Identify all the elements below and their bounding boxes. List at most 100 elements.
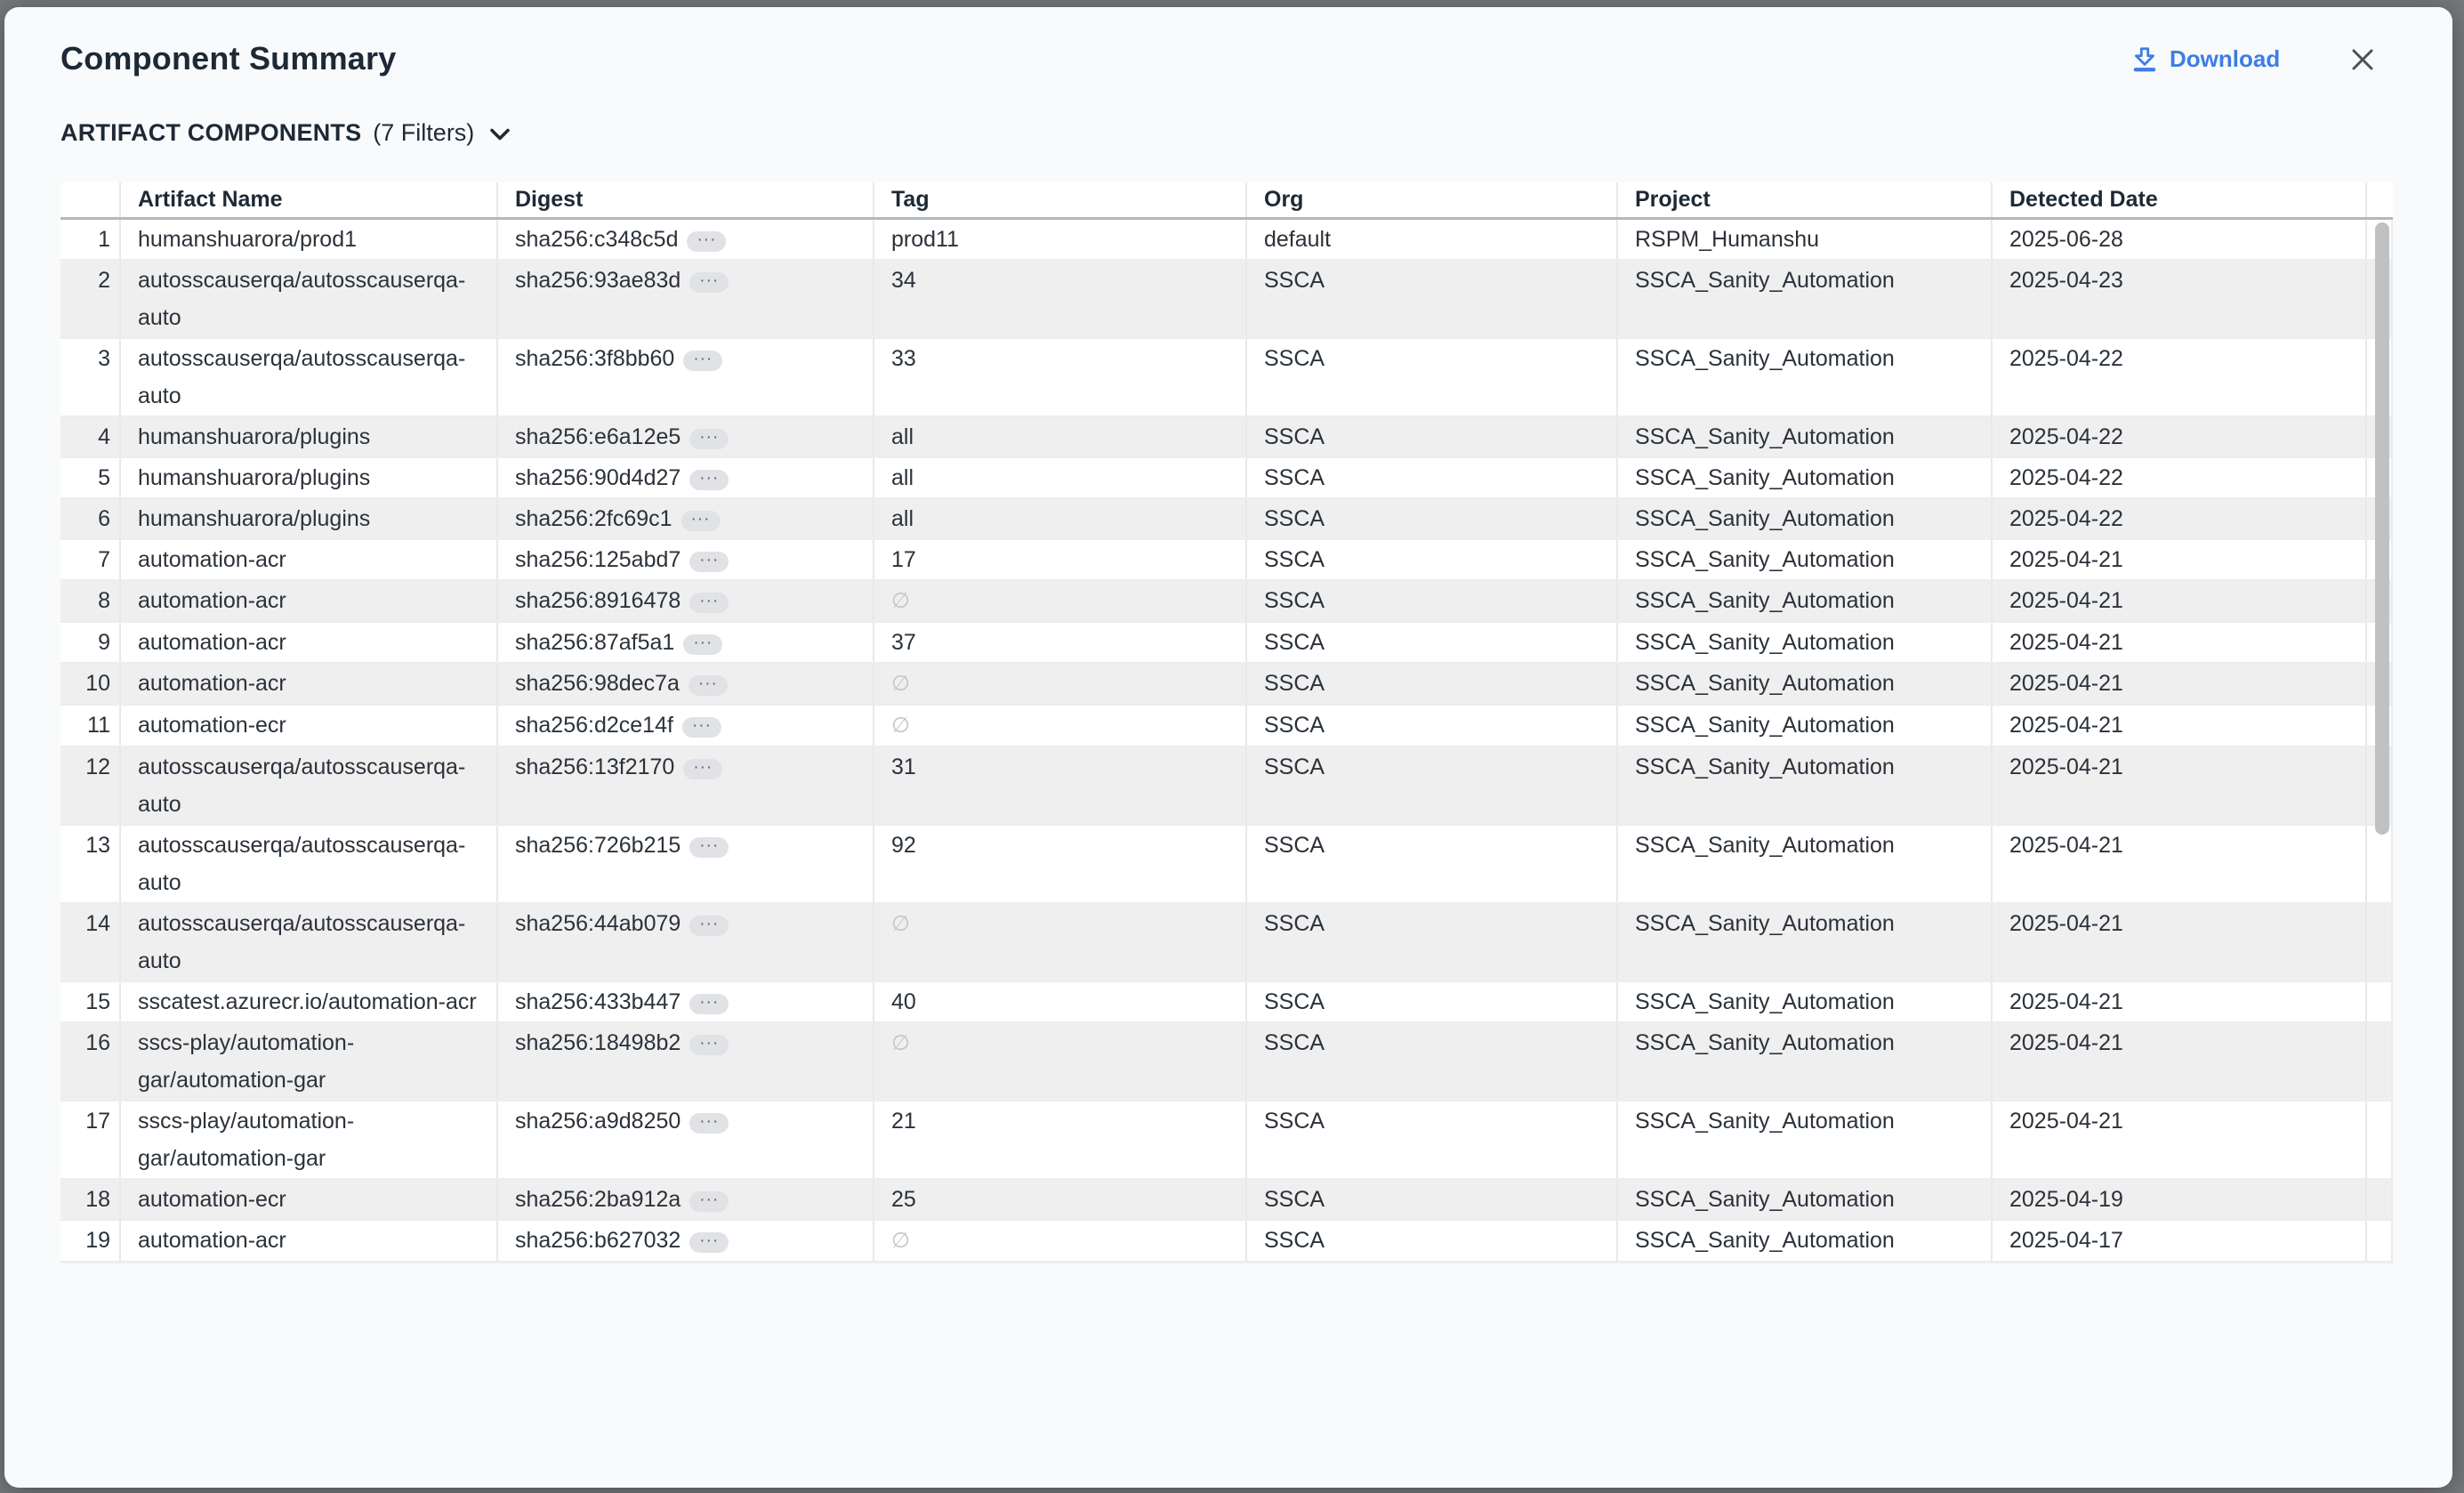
cell-tag: 92 (874, 826, 1247, 902)
cell-num: 16 (60, 1023, 121, 1100)
cell-date: 2025-04-22 (1993, 458, 2367, 497)
digest-ellipsis-badge[interactable]: ··· (682, 717, 721, 738)
cell-num: 18 (60, 1180, 121, 1219)
vertical-scrollbar-thumb[interactable] (2375, 222, 2389, 835)
cell-project: SSCA_Sanity_Automation (1618, 664, 1993, 704)
cell-org: SSCA (1247, 747, 1618, 824)
empty-tag-glyph: ∅ (891, 589, 910, 613)
digest-ellipsis-badge[interactable]: ··· (683, 759, 722, 779)
empty-tag-glyph: ∅ (891, 714, 910, 738)
digest-ellipsis-badge[interactable]: ··· (689, 552, 729, 572)
digest-ellipsis-badge[interactable]: ··· (689, 837, 729, 858)
cell-num: 15 (60, 982, 121, 1021)
digest-ellipsis-badge[interactable]: ··· (687, 231, 726, 252)
digest-ellipsis-badge[interactable]: ··· (681, 511, 721, 531)
digest-value: sha256:44ab079 (515, 911, 680, 936)
component-summary-modal: Component Summary Download ARTIFACT COMP… (4, 7, 2452, 1488)
cell-artifact: autosscauserqa/autosscauserqa-auto (121, 904, 498, 981)
cell-num: 9 (60, 623, 121, 662)
cell-date: 2025-04-21 (1993, 706, 2367, 746)
table-row: 11automation-ecrsha256:d2ce14f···∅SSCASS… (60, 706, 2393, 747)
cell-project: SSCA_Sanity_Automation (1618, 1102, 1993, 1178)
digest-value: sha256:87af5a1 (515, 630, 674, 655)
section-title: ARTIFACT COMPONENTS (60, 119, 361, 147)
digest-ellipsis-badge[interactable]: ··· (689, 994, 729, 1014)
cell-artifact: automation-acr (121, 540, 498, 579)
cell-digest: sha256:125abd7··· (498, 540, 874, 579)
cell-org: SSCA (1247, 623, 1618, 662)
digest-ellipsis-badge[interactable]: ··· (689, 916, 729, 936)
cell-tag: ∅ (874, 581, 1247, 621)
artifact-components-table: Artifact NameDigestTagOrgProjectDetected… (60, 182, 2393, 1263)
cell-project: SSCA_Sanity_Automation (1618, 982, 1993, 1021)
cell-org: SSCA (1247, 1221, 1618, 1261)
cell-num: 8 (60, 581, 121, 621)
digest-ellipsis-badge[interactable]: ··· (689, 1191, 729, 1212)
cell-digest: sha256:98dec7a··· (498, 664, 874, 704)
cell-num: 12 (60, 747, 121, 824)
cell-date: 2025-04-19 (1993, 1180, 2367, 1219)
close-button[interactable] (2346, 43, 2379, 77)
digest-ellipsis-badge[interactable]: ··· (689, 429, 729, 449)
empty-tag-glyph: ∅ (891, 1031, 910, 1055)
digest-ellipsis-badge[interactable]: ··· (683, 351, 722, 371)
table-row: 1humanshuarora/prod1sha256:c348c5d···pro… (60, 220, 2393, 261)
digest-ellipsis-badge[interactable]: ··· (688, 675, 728, 696)
cell-artifact: automation-ecr (121, 1180, 498, 1219)
cell-tag: 31 (874, 747, 1247, 824)
download-button[interactable]: Download (2131, 39, 2280, 78)
cell-artifact: humanshuarora/prod1 (121, 220, 498, 259)
cell-org: default (1247, 220, 1618, 259)
cell-artifact: humanshuarora/plugins (121, 499, 498, 538)
artifact-components-header[interactable]: ARTIFACT COMPONENTS (7 Filters) (60, 116, 511, 149)
cell-digest: sha256:c348c5d··· (498, 220, 874, 259)
cell-digest: sha256:726b215··· (498, 826, 874, 902)
cell-date: 2025-04-21 (1993, 982, 2367, 1021)
download-label: Download (2170, 45, 2280, 73)
cell-project: SSCA_Sanity_Automation (1618, 1180, 1993, 1219)
digest-ellipsis-badge[interactable]: ··· (689, 470, 729, 490)
cell-tag: 40 (874, 982, 1247, 1021)
cell-project: SSCA_Sanity_Automation (1618, 339, 1993, 416)
table-row: 16sscs-play/automation-gar/automation-ga… (60, 1023, 2393, 1102)
digest-value: sha256:2fc69c1 (515, 506, 672, 531)
cell-digest: sha256:87af5a1 ··· (498, 623, 874, 662)
cell-num: 3 (60, 339, 121, 416)
cell-num: 19 (60, 1221, 121, 1261)
cell-artifact: autosscauserqa/autosscauserqa-auto (121, 826, 498, 902)
cell-tag: all (874, 458, 1247, 497)
cell-date: 2025-04-22 (1993, 339, 2367, 416)
digest-ellipsis-badge[interactable]: ··· (689, 272, 729, 293)
cell-num: 6 (60, 499, 121, 538)
cell-org: SSCA (1247, 904, 1618, 981)
cell-project: SSCA_Sanity_Automation (1618, 458, 1993, 497)
digest-ellipsis-badge[interactable]: ··· (689, 1232, 729, 1253)
digest-value: sha256:433b447 (515, 989, 680, 1014)
digest-value: sha256:2ba912a (515, 1187, 680, 1212)
cell-artifact: humanshuarora/plugins (121, 417, 498, 456)
cell-org: SSCA (1247, 540, 1618, 579)
cell-digest: sha256:433b447 ··· (498, 982, 874, 1021)
cell-org: SSCA (1247, 706, 1618, 746)
cell-tag: 33 (874, 339, 1247, 416)
cell-org: SSCA (1247, 499, 1618, 538)
digest-ellipsis-badge[interactable]: ··· (683, 634, 722, 655)
digest-ellipsis-badge[interactable]: ··· (689, 1113, 729, 1134)
cell-artifact: automation-acr (121, 664, 498, 704)
filters-count: (7 Filters) (373, 119, 474, 147)
cell-num: 7 (60, 540, 121, 579)
table-row: 15sscatest.azurecr.io/automation-acrsha2… (60, 982, 2393, 1023)
digest-ellipsis-badge[interactable]: ··· (689, 1035, 729, 1055)
cell-project: SSCA_Sanity_Automation (1618, 904, 1993, 981)
cell-tag: ∅ (874, 1221, 1247, 1261)
table-row: 19automation-acrsha256:b627032···∅SSCASS… (60, 1221, 2393, 1263)
digest-ellipsis-badge[interactable]: ··· (689, 593, 729, 613)
cell-tag: ∅ (874, 706, 1247, 746)
cell-artifact: autosscauserqa/autosscauserqa-auto (121, 339, 498, 416)
cell-digest: sha256:13f2170··· (498, 747, 874, 824)
cell-num: 14 (60, 904, 121, 981)
cell-project: SSCA_Sanity_Automation (1618, 1023, 1993, 1100)
table-row: 18automation-ecrsha256:2ba912a···25SSCAS… (60, 1180, 2393, 1221)
cell-date: 2025-04-22 (1993, 417, 2367, 456)
cell-tag: ∅ (874, 1023, 1247, 1100)
